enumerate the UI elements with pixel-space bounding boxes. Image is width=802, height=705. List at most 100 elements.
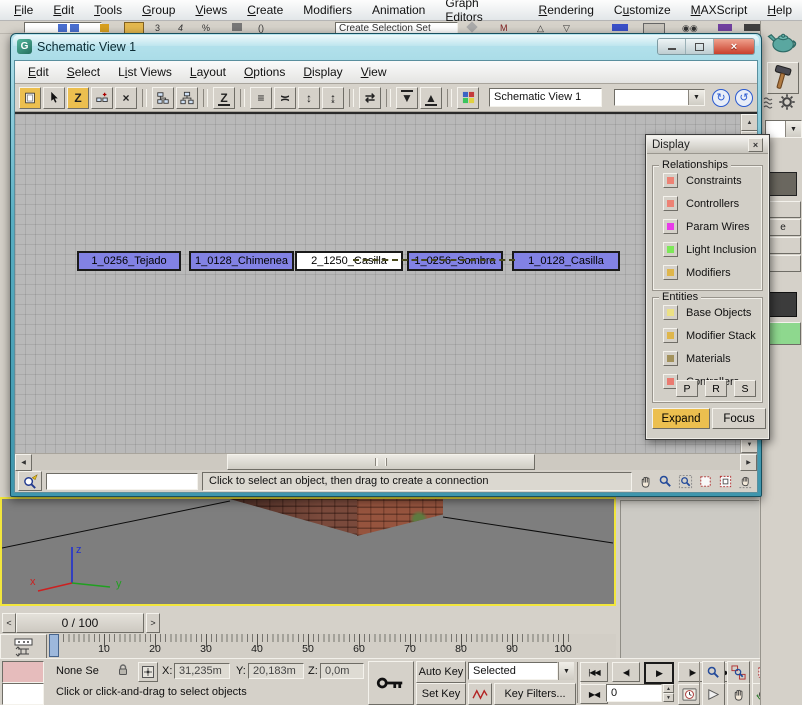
utilities-hammer-icon[interactable]: [767, 62, 799, 94]
reference-mode-button[interactable]: [176, 87, 198, 109]
command-panel-button[interactable]: [765, 255, 801, 272]
menu-help[interactable]: Help: [757, 1, 802, 19]
chevron-down-icon[interactable]: ▼: [558, 662, 574, 680]
minimize-button[interactable]: [658, 39, 686, 54]
menu-edit[interactable]: Edit: [43, 1, 84, 19]
align-vertical-button[interactable]: ↕: [298, 87, 320, 109]
next-frame-arrow-button[interactable]: >: [146, 613, 160, 633]
scroll-right-icon[interactable]: ▶: [740, 454, 757, 471]
color-swatch-modifiers[interactable]: [663, 265, 678, 280]
zoom-region-icon[interactable]: [676, 472, 694, 490]
zoom-all-button[interactable]: [727, 661, 750, 684]
hierarchy-mode-button[interactable]: [152, 87, 174, 109]
chevron-down-icon[interactable]: ▼: [688, 90, 704, 105]
command-panel-green-button[interactable]: [765, 322, 801, 345]
zoom-button[interactable]: [702, 661, 725, 684]
focus-button[interactable]: Focus: [712, 408, 766, 429]
track-bar-ruler[interactable]: 0102030405060708090100: [46, 634, 578, 657]
align-vertical-alt-button[interactable]: ↨: [322, 87, 344, 109]
pan-to-selected-button[interactable]: ↻: [712, 89, 730, 107]
move-children-up-button[interactable]: ▲: [420, 87, 442, 109]
shrink-selected-button[interactable]: Z: [213, 87, 235, 109]
menu-customize[interactable]: Customize: [604, 1, 681, 19]
main-toolbar-icon[interactable]: [58, 24, 67, 32]
add-bookmark-button[interactable]: [91, 87, 113, 109]
main-toolbar-icon[interactable]: [232, 23, 242, 31]
arrange-children-button[interactable]: ⇄: [359, 87, 381, 109]
connect-button[interactable]: Z: [67, 87, 89, 109]
schematic-node-2-1250-casilla[interactable]: 2_1250_Casilla: [295, 251, 403, 271]
time-configuration-icon[interactable]: [678, 684, 700, 705]
key-filters-button[interactable]: Key Filters...: [494, 683, 576, 705]
key-mode-toggle-button[interactable]: ▶◀: [580, 684, 608, 704]
schematic-node-1-0256-tejado[interactable]: 1_0256_Tejado: [77, 251, 181, 271]
color-swatch-param-wires[interactable]: [663, 219, 678, 234]
menu-animation[interactable]: Animation: [362, 1, 435, 19]
horizontal-scrollbar[interactable]: ◀ ▶: [15, 453, 757, 470]
menu-tools[interactable]: Tools: [84, 1, 132, 19]
field-of-view-button[interactable]: [702, 683, 725, 705]
zoom-icon[interactable]: [656, 472, 674, 490]
menu-views[interactable]: Views: [185, 1, 237, 19]
perspective-viewport[interactable]: z x y: [0, 497, 616, 606]
scroll-left-icon[interactable]: ◀: [15, 454, 32, 471]
previous-frame-arrow-button[interactable]: <: [2, 613, 16, 633]
schematic-menu-edit[interactable]: Edit: [19, 63, 58, 81]
schematic-node-1-0256-sombra[interactable]: 1_0256_Sombra: [407, 251, 503, 271]
zoom-extents-icon[interactable]: [696, 472, 714, 490]
expand-button[interactable]: Expand: [652, 408, 710, 429]
move-children-down-button[interactable]: ▼: [396, 87, 418, 109]
command-panel-button[interactable]: [765, 237, 801, 254]
close-icon[interactable]: ×: [748, 138, 763, 152]
schematic-search-field[interactable]: [46, 473, 198, 490]
main-toolbar-icon[interactable]: [70, 24, 79, 32]
color-swatch-base-objects[interactable]: [663, 305, 678, 320]
chevron-down-icon[interactable]: ▼: [785, 121, 801, 137]
command-panel-button[interactable]: e: [765, 219, 801, 236]
color-swatch-controllers[interactable]: [663, 196, 678, 211]
schematic-menu-view[interactable]: View: [352, 63, 396, 81]
mini-curve-editor-button[interactable]: [0, 634, 47, 659]
command-panel-button[interactable]: [765, 201, 801, 218]
menu-create[interactable]: Create: [237, 1, 293, 19]
schematic-canvas[interactable]: 1_0256_Tejado1_0128_Chimenea2_1250_Casil…: [15, 114, 741, 453]
find-icon[interactable]: [18, 471, 42, 491]
schematic-title-bar[interactable]: G Schematic View 1 ×: [11, 34, 761, 59]
color-swatch-constraints[interactable]: [663, 173, 678, 188]
schematic-node-1-0128-casilla[interactable]: 1_0128_Casilla: [512, 251, 620, 271]
p-button[interactable]: P: [676, 380, 698, 397]
menu-modifiers[interactable]: Modifiers: [293, 1, 362, 19]
waves-icon[interactable]: [762, 95, 774, 111]
delete-objects-button[interactable]: ×: [115, 87, 137, 109]
preferences-button[interactable]: [457, 87, 479, 109]
bookmark-dropdown[interactable]: ▼: [614, 89, 705, 106]
floater-title-bar[interactable]: Display ×: [647, 136, 768, 154]
selection-lock-icon[interactable]: [116, 663, 132, 679]
gear-icon[interactable]: [778, 93, 798, 113]
y-coordinate-field[interactable]: 20,183m: [248, 663, 304, 679]
command-panel-dropdown[interactable]: ▼: [765, 120, 802, 138]
z-coordinate-field[interactable]: 0,0m: [320, 663, 364, 679]
view-name-field[interactable]: Schematic View 1: [489, 88, 602, 107]
horizontal-scrollbar-thumb[interactable]: [227, 454, 535, 470]
schematic-menu-layout[interactable]: Layout: [181, 63, 235, 81]
frame-spinner[interactable]: ▲▼: [663, 684, 674, 702]
s-button[interactable]: S: [734, 380, 756, 397]
rendering-teapot-icon[interactable]: [765, 26, 799, 58]
default-tangent-curve-icon[interactable]: [468, 683, 492, 705]
schematic-menu-list-views[interactable]: List Views: [109, 63, 181, 81]
r-button[interactable]: R: [705, 380, 727, 397]
absolute-mode-icon[interactable]: [138, 662, 158, 682]
menu-rendering[interactable]: Rendering: [529, 1, 604, 19]
schematic-menu-display[interactable]: Display: [294, 63, 351, 81]
select-object-button[interactable]: [43, 87, 65, 109]
spinner-up-icon[interactable]: ▲: [663, 684, 674, 693]
color-swatch-light-inclusion[interactable]: [663, 242, 678, 257]
track-bar[interactable]: 0102030405060708090100: [0, 634, 616, 658]
main-toolbar-icon[interactable]: [100, 24, 109, 32]
auto-key-button[interactable]: Auto Key: [416, 661, 466, 683]
menu-group[interactable]: Group: [132, 1, 185, 19]
pan-icon[interactable]: [636, 472, 654, 490]
set-key-button[interactable]: Set Key: [416, 683, 466, 705]
x-coordinate-field[interactable]: 31,235m: [174, 663, 230, 679]
